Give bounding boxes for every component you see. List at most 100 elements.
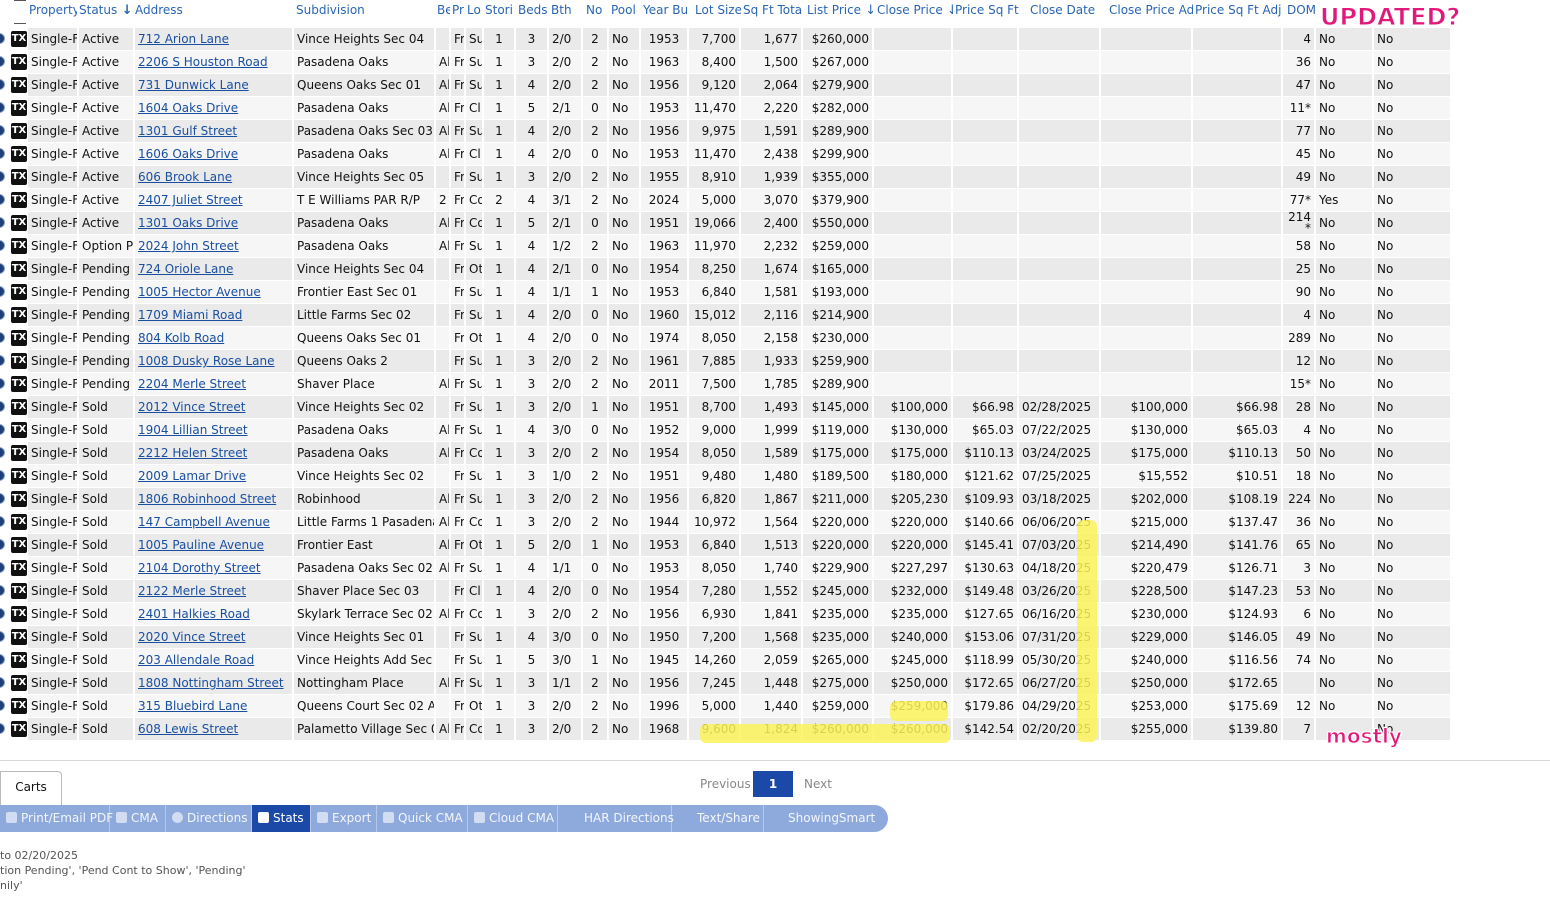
address-link[interactable]: 712 Arion Lane: [138, 32, 229, 46]
col-header-lo[interactable]: Lo: [467, 3, 481, 17]
address-link[interactable]: 2212 Helen Street: [138, 446, 247, 460]
address-link[interactable]: 147 Campbell Avenue: [138, 515, 270, 529]
listing-info-icon[interactable]: [0, 424, 5, 435]
listing-info-icon[interactable]: [0, 700, 5, 711]
address-link[interactable]: 2204 Merle Street: [138, 377, 246, 391]
cell-type: Single-F: [28, 373, 79, 395]
address-link[interactable]: 1005 Hector Avenue: [138, 285, 261, 299]
showingsmart-button[interactable]: ShowingSmart: [764, 805, 888, 832]
address-link[interactable]: 2104 Dorothy Street: [138, 561, 261, 575]
address-link[interactable]: 1301 Gulf Street: [138, 124, 237, 138]
listing-info-icon[interactable]: [0, 585, 5, 596]
address-link[interactable]: 2122 Merle Street: [138, 584, 246, 598]
col-header-pool[interactable]: Pool: [611, 3, 641, 17]
text-share-button[interactable]: Text/Share: [672, 805, 764, 832]
listing-info-icon[interactable]: [0, 723, 5, 734]
col-header-status[interactable]: Status ↓: [79, 3, 135, 18]
col-header-stories[interactable]: Stori: [485, 3, 513, 17]
address-link[interactable]: 2206 S Houston Road: [138, 55, 268, 69]
listing-info-icon[interactable]: [0, 631, 5, 642]
listing-info-icon[interactable]: [0, 286, 5, 297]
listing-info-icon[interactable]: [0, 102, 5, 113]
address-link[interactable]: 1806 Robinhood Street: [138, 492, 276, 506]
address-link[interactable]: 724 Oriole Lane: [138, 262, 233, 276]
address-link[interactable]: 2009 Lamar Drive: [138, 469, 246, 483]
listing-info-icon[interactable]: [0, 125, 5, 136]
col-header-bath[interactable]: Bth: [551, 3, 579, 17]
address-link[interactable]: 1709 Miami Road: [138, 308, 242, 322]
address-link[interactable]: 731 Dunwick Lane: [138, 78, 249, 92]
col-header-list-price[interactable]: List Price ↓: [807, 3, 873, 18]
listing-info-icon[interactable]: [0, 194, 5, 205]
har-directions-button[interactable]: HAR Directions: [558, 805, 674, 832]
listing-info-icon[interactable]: [0, 677, 5, 688]
address-link[interactable]: 804 Kolb Road: [138, 331, 224, 345]
col-header-close-price[interactable]: Close Price ↓: [877, 3, 953, 18]
col-header-address[interactable]: Address: [135, 3, 285, 17]
tab-carts[interactable]: Carts: [0, 771, 62, 806]
address-link[interactable]: 2012 Vince Street: [138, 400, 246, 414]
listing-info-icon[interactable]: [0, 355, 5, 366]
address-link[interactable]: 1008 Dusky Rose Lane: [138, 354, 275, 368]
address-link[interactable]: 1604 Oaks Drive: [138, 101, 238, 115]
listing-info-icon[interactable]: [0, 401, 5, 412]
listing-info-icon[interactable]: [0, 447, 5, 458]
listing-info-icon[interactable]: [0, 470, 5, 481]
col-header-beds[interactable]: Beds: [518, 3, 548, 17]
col-header-property[interactable]: Property: [29, 3, 77, 17]
listing-info-icon[interactable]: [0, 654, 5, 665]
address-link[interactable]: 1301 Oaks Drive: [138, 216, 238, 230]
address-link[interactable]: 1808 Nottingham Street: [138, 676, 284, 690]
pager-previous[interactable]: Previous: [700, 771, 751, 797]
listing-info-icon[interactable]: [0, 608, 5, 619]
listing-info-icon[interactable]: [0, 171, 5, 182]
quick-cma-button[interactable]: Quick CMA: [377, 805, 468, 832]
directions-button[interactable]: Directions: [166, 805, 252, 832]
col-header-price-sqft-adj[interactable]: Price Sq Ft Adj: [1195, 3, 1281, 17]
col-header-year-built[interactable]: Year Bu: [643, 3, 687, 17]
address-link[interactable]: 315 Bluebird Lane: [138, 699, 247, 713]
listing-info-icon[interactable]: [0, 378, 5, 389]
col-header-price-sqft[interactable]: Price Sq Ft: [955, 3, 1019, 17]
listing-info-icon[interactable]: [0, 79, 5, 90]
address-link[interactable]: 2024 John Street: [138, 239, 239, 253]
cloud-cma-button[interactable]: Cloud CMA: [468, 805, 558, 832]
stats-button[interactable]: Stats: [252, 805, 311, 832]
col-header-close-price-adj[interactable]: Close Price Adj: [1109, 3, 1193, 17]
listing-info-icon[interactable]: [0, 562, 5, 573]
col-header-pr[interactable]: Pr: [452, 3, 465, 17]
listing-info-icon[interactable]: [0, 309, 5, 320]
export-button[interactable]: Export: [311, 805, 377, 832]
listing-info-icon[interactable]: [0, 56, 5, 67]
listing-info-icon[interactable]: [0, 217, 5, 228]
address-link[interactable]: 608 Lewis Street: [138, 722, 238, 736]
col-header-dom[interactable]: DOM: [1287, 3, 1315, 17]
listing-info-icon[interactable]: [0, 539, 5, 550]
col-header-close-date[interactable]: Close Date: [1030, 3, 1096, 17]
pager-page-1[interactable]: 1: [753, 771, 793, 797]
address-link[interactable]: 2020 Vince Street: [138, 630, 246, 644]
col-header-garage[interactable]: No: [586, 3, 608, 17]
listing-info-icon[interactable]: [0, 148, 5, 159]
col-header-sqft-total[interactable]: Sq Ft Total: [743, 3, 803, 17]
col-header-lot-size[interactable]: Lot Size: [695, 3, 741, 17]
print-email-pdf-button[interactable]: Print/Email PDF: [0, 805, 113, 832]
cell-cpa: [1101, 143, 1193, 165]
address-link[interactable]: 2407 Juliet Street: [138, 193, 243, 207]
address-link[interactable]: 1005 Pauline Avenue: [138, 538, 264, 552]
address-link[interactable]: 1904 Lillian Street: [138, 423, 248, 437]
listing-info-icon[interactable]: [0, 240, 5, 251]
listing-info-icon[interactable]: [0, 332, 5, 343]
listing-info-icon[interactable]: [0, 493, 5, 504]
address-link[interactable]: 2401 Halkies Road: [138, 607, 250, 621]
col-header-subdivision[interactable]: Subdivision: [296, 3, 426, 17]
address-link[interactable]: 1606 Oaks Drive: [138, 147, 238, 161]
address-link[interactable]: 606 Brook Lane: [138, 170, 232, 184]
pager-next[interactable]: Next: [804, 771, 832, 797]
listing-info-icon[interactable]: [0, 516, 5, 527]
cma-button[interactable]: CMA: [110, 805, 166, 832]
col-header-bedrooms-loc[interactable]: Be: [437, 3, 450, 17]
listing-info-icon[interactable]: [0, 33, 5, 44]
address-link[interactable]: 203 Allendale Road: [138, 653, 254, 667]
listing-info-icon[interactable]: [0, 263, 5, 274]
